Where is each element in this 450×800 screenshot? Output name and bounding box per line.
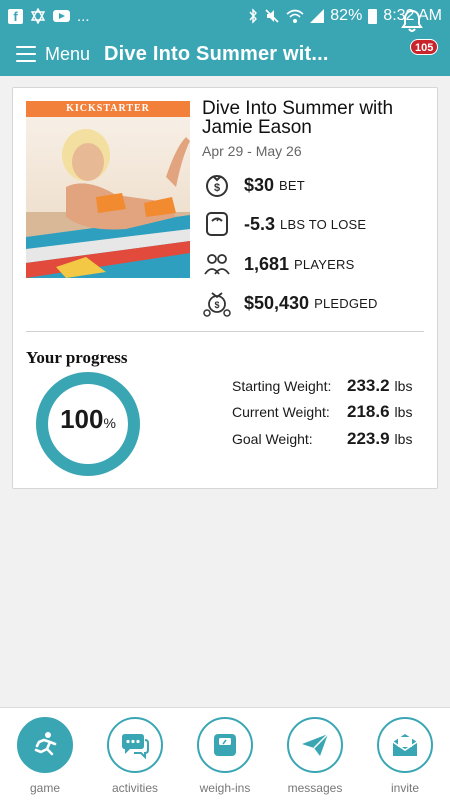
stat-players: 1,681 PLAYERS [202, 249, 432, 279]
starting-weight-row: Starting Weight: 233.2 lbs [232, 376, 432, 396]
kickstarter-banner: KICKSTARTER [26, 101, 190, 117]
stat-bet: $ $30 BET [202, 170, 432, 200]
goal-weight-value: 223.9 [347, 429, 390, 448]
tab-messages-button[interactable] [287, 717, 343, 773]
runner-icon [34, 732, 57, 756]
status-left: f ... [8, 8, 90, 25]
stat-lbs-to-lose: -5.3 LBS TO LOSE [202, 209, 432, 239]
money-bag-icon: $ [202, 170, 232, 200]
players-value: 1,681 [244, 253, 290, 274]
more-notifications-dots: ... [77, 7, 90, 25]
pledge-icon: $ [202, 288, 232, 318]
progress-label: Your progress [26, 348, 128, 367]
current-weight-label: Current Weight: [232, 404, 330, 420]
tab-weigh-ins-label: weigh-ins [199, 781, 251, 795]
lbs-to-lose-unit: LBS TO LOSE [280, 216, 367, 232]
starting-weight-label: Starting Weight: [232, 378, 332, 394]
page-title: Dive Into Summer wit... [104, 42, 329, 65]
app-bar: Menu Dive Into Summer wit... [0, 32, 450, 76]
percent-symbol: % [103, 415, 116, 431]
svg-text:$: $ [214, 182, 220, 194]
star-of-david-icon [30, 8, 46, 24]
bottom-tab-bar: game activities weigh-ins messages invit… [0, 707, 450, 800]
tab-game-button[interactable] [17, 717, 73, 773]
youtube-icon [53, 10, 70, 22]
battery-percent: 82% [330, 7, 363, 24]
tab-messages-label: messages [287, 781, 343, 795]
notification-badge[interactable]: 105 [410, 39, 439, 55]
wifi-icon [286, 9, 304, 23]
status-bar: f ... 82% 8:32 AM [0, 0, 450, 32]
starting-weight-unit: lbs [394, 378, 413, 394]
game-card: KICKSTARTER Dive Into Summer with Jamie … [12, 87, 438, 489]
tab-weigh-ins[interactable]: weigh-ins [185, 717, 265, 795]
tab-invite-label: invite [390, 781, 419, 795]
starting-weight-value: 233.2 [347, 376, 390, 395]
scale-icon [202, 209, 232, 239]
tab-game[interactable]: game [5, 717, 85, 795]
battery-icon [368, 8, 378, 24]
current-weight-row: Current Weight: 218.6 lbs [232, 402, 432, 422]
chat-bubbles-icon [122, 734, 149, 760]
bet-value: $30 [244, 174, 275, 195]
paper-plane-icon [302, 733, 329, 756]
tab-activities[interactable]: activities [95, 717, 175, 795]
game-title[interactable]: Dive Into Summer with Jamie Eason [202, 99, 432, 137]
pledged-value: $50,430 [244, 292, 310, 313]
bet-unit: BET [279, 177, 305, 193]
pledged-unit: PLEDGED [314, 295, 378, 311]
players-unit: PLAYERS [294, 256, 355, 272]
tab-invite-button[interactable] [377, 717, 433, 773]
tab-weigh-ins-button[interactable] [197, 717, 253, 773]
tab-activities-button[interactable] [107, 717, 163, 773]
menu-button[interactable]: Menu [45, 44, 90, 65]
goal-weight-unit: lbs [394, 431, 413, 447]
progress-percent: 100% [35, 404, 141, 435]
facebook-icon: f [8, 8, 23, 24]
tab-messages[interactable]: messages [275, 717, 355, 795]
lbs-to-lose-value: -5.3 [244, 213, 276, 234]
goal-weight-label: Goal Weight: [232, 431, 313, 447]
tab-invite[interactable]: invite [365, 717, 445, 795]
svg-text:$: $ [214, 300, 219, 310]
tab-game-label: game [29, 781, 61, 795]
progress-percent-value: 100 [60, 404, 104, 434]
current-weight-value: 218.6 [347, 402, 390, 421]
game-dates: Apr 29 - May 26 [202, 143, 302, 159]
current-weight-unit: lbs [394, 404, 413, 420]
signal-icon [310, 9, 325, 23]
card-divider [26, 331, 424, 332]
stat-pledged: $ $50,430 PLEDGED [202, 288, 432, 318]
mute-icon [265, 9, 279, 23]
goal-weight-row: Goal Weight: 223.9 lbs [232, 429, 432, 449]
players-icon [202, 249, 232, 279]
bell-icon[interactable] [400, 8, 424, 34]
game-image[interactable]: KICKSTARTER [26, 101, 190, 278]
tab-activities-label: activities [111, 781, 158, 795]
scale-icon [214, 734, 236, 756]
envelope-icon [392, 734, 418, 756]
game-photo [26, 117, 190, 278]
bluetooth-icon [249, 8, 258, 24]
hamburger-menu-icon[interactable] [16, 46, 36, 62]
